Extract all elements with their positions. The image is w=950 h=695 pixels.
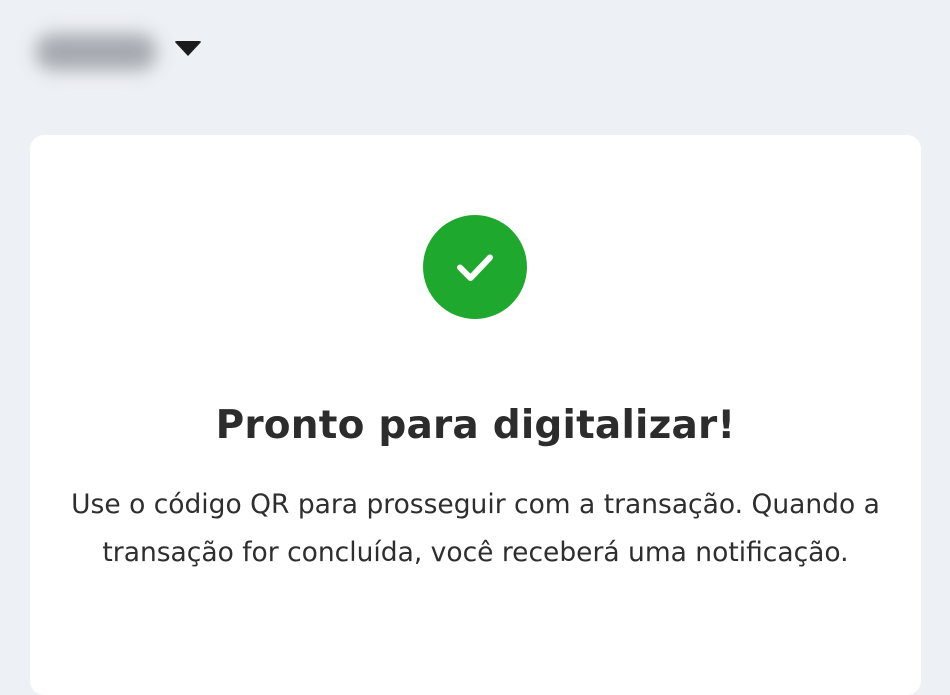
chevron-down-icon[interactable] [174, 41, 202, 56]
status-card: Pronto para digitalizar! Use o código QR… [30, 135, 921, 695]
account-name-redacted [36, 34, 156, 70]
status-title: Pronto para digitalizar! [215, 403, 736, 448]
status-message: Use o código QR para prosseguir com a tr… [71, 489, 880, 568]
page-header [0, 0, 950, 135]
account-selector[interactable] [32, 24, 222, 76]
checkmark-glyph [457, 254, 493, 281]
checkmark-icon [423, 215, 527, 319]
